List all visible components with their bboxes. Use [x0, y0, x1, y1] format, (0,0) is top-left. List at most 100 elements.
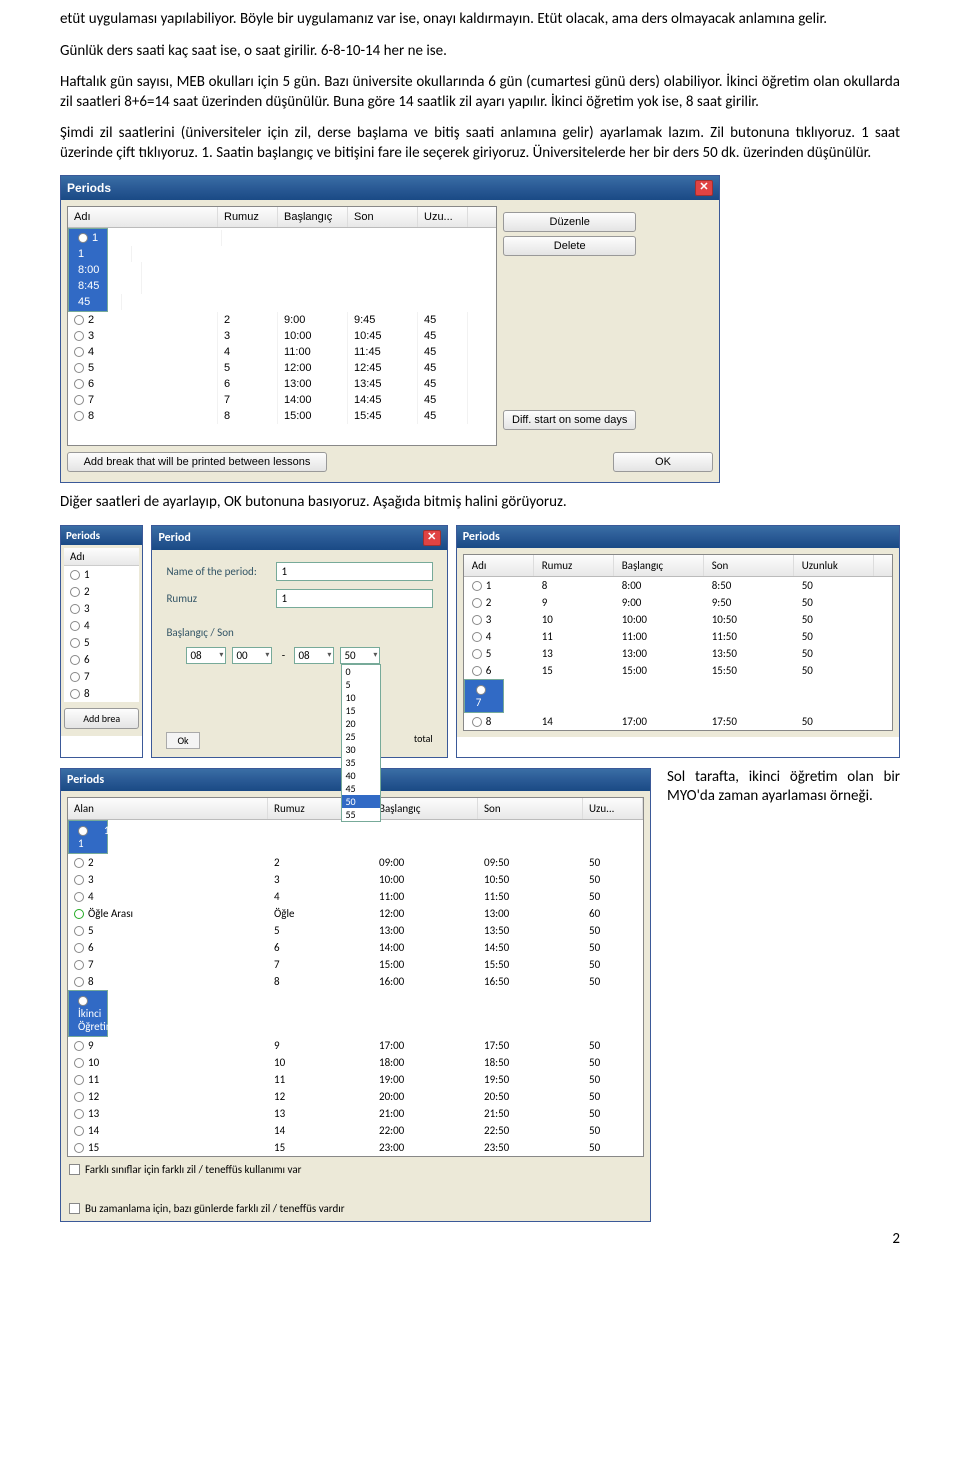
paragraph-2: Günlük ders saati kaç saat ise, o saat g… [60, 42, 900, 62]
table-row[interactable]: 4411:0011:5050 [68, 888, 643, 905]
dropdown-option[interactable]: 40 [342, 769, 380, 782]
end-hour-select[interactable]: 08▾ [294, 647, 334, 664]
table-row[interactable]: 101018:0018:5050 [68, 1054, 643, 1071]
table-row[interactable]: 8815:0015:4545 [68, 408, 496, 424]
dropdown-option[interactable]: 10 [342, 691, 380, 704]
checkbox-row-1[interactable]: Farklı sınıflar için farklı zil / teneff… [61, 1157, 650, 1182]
end-min-select[interactable]: 50▾ 0510152025303540455055 [340, 647, 380, 664]
list-item[interactable]: 5 [64, 634, 139, 651]
addbreak-button[interactable]: Add break that will be printed between l… [67, 452, 327, 472]
dropdown-option[interactable]: 35 [342, 756, 380, 769]
chevron-down-icon: ▾ [373, 650, 377, 660]
table-row[interactable]: 121220:0020:5050 [68, 1088, 643, 1105]
start-min-select[interactable]: 00▾ [232, 647, 272, 664]
col-uzu: Uzu... [418, 207, 468, 227]
chevron-down-icon: ▾ [327, 650, 331, 660]
col-baslangic: Başlangıç [278, 207, 348, 227]
checkbox-row-2[interactable]: Bu zamanlama için, bazı günlerde farklı … [61, 1196, 650, 1221]
dropdown-option[interactable]: 30 [342, 743, 380, 756]
table-row[interactable]: 111119:0019:5050 [68, 1071, 643, 1088]
dropdown-option[interactable]: 5 [342, 678, 380, 691]
table-row[interactable]: 6614:0014:5050 [68, 939, 643, 956]
start-hour-select[interactable]: 08▾ [186, 647, 226, 664]
minute-dropdown[interactable]: 0510152025303540455055 [341, 664, 381, 822]
col-son: Son [704, 555, 794, 576]
table-row[interactable]: 8816:0016:5050 [68, 973, 643, 990]
table-row[interactable]: 2209:0009:5050 [68, 854, 643, 871]
edit-button[interactable]: Düzenle [503, 212, 636, 232]
table-row[interactable]: 151523:0023:5050 [68, 1139, 643, 1156]
diffstart-button[interactable]: Diff. start on some days [503, 410, 636, 430]
ok-label: Ok [166, 732, 199, 749]
table-row[interactable]: 3310:0010:4545 [68, 328, 496, 344]
checkbox-icon[interactable] [69, 1203, 80, 1214]
table-row[interactable]: 7714:0014:4545 [68, 392, 496, 408]
table-row[interactable]: 118:008:4545 [68, 228, 108, 312]
list-item[interactable]: 1 [64, 566, 139, 583]
dialog-title: Periods [67, 181, 111, 195]
periods-dialog-3: Periods Alan Rumuz Başlangıç Son Uzu... … [60, 768, 651, 1222]
table-row[interactable]: 51313:0013:5050 [464, 645, 892, 662]
dialog-title: Periods [66, 529, 100, 542]
table-row[interactable]: 5513:0013:5050 [68, 922, 643, 939]
table-row[interactable]: 3310:0010:5050 [68, 871, 643, 888]
rumuz-input[interactable]: 1 [276, 589, 432, 608]
table-row[interactable]: 81417:0017:5050 [464, 713, 892, 730]
close-icon[interactable]: ✕ [423, 530, 441, 546]
titlebar[interactable]: Period ✕ [152, 526, 446, 550]
dropdown-option[interactable]: 15 [342, 704, 380, 717]
dropdown-option[interactable]: 0 [342, 665, 380, 678]
label-name: Name of the period: [166, 565, 276, 578]
dialog-title: Periods [463, 530, 500, 544]
col-uzu: Uzu... [583, 798, 643, 819]
paragraph-5: Diğer saatleri de ayarlayıp, OK butonuna… [60, 493, 900, 513]
titlebar[interactable]: Periods ✕ [61, 176, 719, 200]
paragraph-1: etüt uygulaması yapılabiliyor. Böyle bir… [60, 10, 900, 30]
periods-dialog-1: Periods ✕ Adı Rumuz Başlangıç Son Uzu...… [60, 175, 720, 483]
table-row[interactable]: 4411:0011:4545 [68, 344, 496, 360]
name-input[interactable]: 1 [276, 562, 432, 581]
list-item[interactable]: 3 [64, 600, 139, 617]
list-item[interactable]: 8 [64, 685, 139, 702]
dropdown-option[interactable]: 55 [342, 808, 380, 821]
table-row[interactable]: 188:008:5050 [464, 577, 892, 594]
table-row[interactable]: 71616:0016:5050 [464, 679, 504, 713]
periods-dialog-2: Periods Adı Rumuz Başlangıç Son Uzunluk … [456, 525, 900, 758]
col-uzunluk: Uzunluk [794, 555, 874, 576]
dropdown-option[interactable]: 45 [342, 782, 380, 795]
table-row[interactable]: 229:009:4545 [68, 312, 496, 328]
dropdown-option[interactable]: 50 [342, 795, 380, 808]
checkbox-icon[interactable] [69, 1164, 80, 1175]
table-row[interactable]: 131321:0021:5050 [68, 1105, 643, 1122]
table-row[interactable]: 141422:0022:5050 [68, 1122, 643, 1139]
table-row[interactable]: 41111:0011:5050 [464, 628, 892, 645]
chevron-down-icon: ▾ [265, 650, 269, 660]
table-row[interactable]: 31010:0010:5050 [464, 611, 892, 628]
table-row[interactable]: 61515:0015:5050 [464, 662, 892, 679]
table-row[interactable]: İkinci ÖğretimİÖ17:0022:00300 [68, 990, 108, 1037]
ok-button[interactable]: OK [613, 452, 713, 472]
close-icon[interactable]: ✕ [695, 180, 713, 196]
list-item[interactable]: 7 [64, 668, 139, 685]
table-row[interactable]: 6613:0013:4545 [68, 376, 496, 392]
table-row[interactable]: 299:009:5050 [464, 594, 892, 611]
table-row[interactable]: Öğle ArasıÖğle12:0013:0060 [68, 905, 643, 922]
col-alan: Alan [68, 798, 268, 819]
list-item[interactable]: 6 [64, 651, 139, 668]
list-item[interactable]: 2 [64, 583, 139, 600]
table-row[interactable]: 5512:0012:4545 [68, 360, 496, 376]
table-row[interactable]: 1108:0008:5050 [68, 820, 108, 854]
label-basson: Başlangıç / Son [166, 626, 276, 639]
addbreak-button-truncated[interactable]: Add brea [64, 708, 139, 729]
dropdown-option[interactable]: 20 [342, 717, 380, 730]
list-item[interactable]: 4 [64, 617, 139, 634]
dropdown-option[interactable]: 25 [342, 730, 380, 743]
table-row[interactable]: 7715:0015:5050 [68, 956, 643, 973]
col-baslangic: Başlangıç [373, 798, 478, 819]
paragraph-3: Haftalık gün sayısı, MEB okulları için 5… [60, 73, 900, 112]
col-adi: Adı [68, 207, 218, 227]
periods-table[interactable]: Adı Rumuz Başlangıç Son Uzu... 118:008:4… [67, 206, 497, 446]
table-row[interactable]: 9917:0017:5050 [68, 1037, 643, 1054]
delete-button[interactable]: Delete [503, 236, 636, 256]
chevron-down-icon: ▾ [219, 650, 223, 660]
